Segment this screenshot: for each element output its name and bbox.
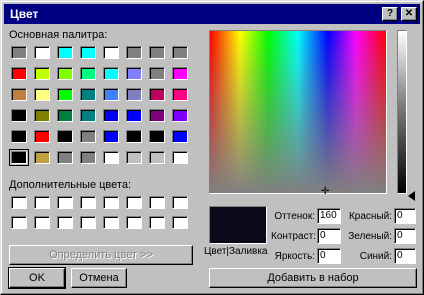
basic-color-swatch[interactable] — [9, 149, 29, 166]
basic-color-swatch[interactable] — [149, 46, 165, 59]
add-to-custom-colors-button[interactable]: Добавить в набор — [209, 268, 417, 288]
basic-color-swatch[interactable] — [57, 151, 73, 164]
custom-color-swatch[interactable] — [80, 216, 96, 229]
custom-color-swatch[interactable] — [34, 216, 50, 229]
green-label: Зеленый: — [348, 231, 392, 242]
basic-color-swatch[interactable] — [57, 109, 73, 122]
basic-color-swatch[interactable] — [103, 88, 119, 101]
color-solid-preview — [209, 206, 267, 244]
hue-label: Оттенок: — [274, 211, 315, 222]
custom-color-swatch[interactable] — [11, 216, 27, 229]
basic-color-swatch[interactable] — [34, 151, 50, 164]
custom-color-swatch[interactable] — [172, 216, 188, 229]
custom-color-swatch[interactable] — [57, 196, 73, 209]
basic-color-swatch[interactable] — [172, 109, 188, 122]
hue-input[interactable]: 160 — [317, 208, 341, 224]
basic-color-swatch[interactable] — [103, 130, 119, 143]
basic-color-swatch[interactable] — [34, 46, 50, 59]
basic-color-swatch[interactable] — [57, 130, 73, 143]
blue-input[interactable]: 0 — [394, 248, 416, 264]
add-to-custom-colors-label: Добавить в набор — [267, 272, 359, 284]
custom-color-swatch[interactable] — [126, 196, 142, 209]
luminance-input[interactable]: 0 — [317, 248, 341, 264]
basic-color-swatch[interactable] — [172, 46, 188, 59]
luminance-arrow-icon[interactable] — [408, 191, 415, 201]
basic-color-swatch[interactable] — [172, 88, 188, 101]
basic-color-swatch[interactable] — [34, 109, 50, 122]
custom-color-swatch[interactable] — [103, 196, 119, 209]
custom-color-swatch[interactable] — [103, 216, 119, 229]
basic-color-swatch[interactable] — [11, 67, 27, 80]
custom-color-swatch[interactable] — [126, 216, 142, 229]
color-spectrum[interactable] — [209, 30, 387, 194]
basic-color-swatch[interactable] — [11, 130, 27, 143]
basic-color-swatch[interactable] — [126, 151, 142, 164]
basic-color-swatch[interactable] — [80, 130, 96, 143]
basic-color-swatch[interactable] — [103, 46, 119, 59]
basic-color-swatch[interactable] — [103, 151, 119, 164]
custom-colors-label: Дополнительные цвета: — [9, 179, 131, 191]
basic-color-swatch[interactable] — [149, 130, 165, 143]
color-solid-label: Цвет|Заливка — [204, 246, 268, 257]
basic-color-swatch[interactable] — [149, 88, 165, 101]
luminance-slider[interactable] — [397, 30, 407, 194]
basic-color-swatch[interactable] — [57, 88, 73, 101]
ok-button[interactable]: OK — [8, 267, 66, 289]
ok-label: OK — [29, 272, 45, 284]
basic-color-swatch[interactable] — [57, 67, 73, 80]
basic-color-swatch[interactable] — [34, 130, 50, 143]
basic-color-swatch[interactable] — [126, 46, 142, 59]
basic-color-swatch[interactable] — [80, 151, 96, 164]
basic-color-swatch[interactable] — [103, 67, 119, 80]
basic-color-swatch[interactable] — [126, 109, 142, 122]
basic-color-swatch[interactable] — [126, 67, 142, 80]
red-label: Красный: — [348, 211, 392, 222]
basic-color-swatch[interactable] — [80, 46, 96, 59]
custom-color-swatch[interactable] — [172, 196, 188, 209]
cancel-label: Отмена — [79, 272, 119, 284]
help-button[interactable]: ? — [382, 7, 398, 21]
basic-color-swatch[interactable] — [80, 67, 96, 80]
basic-color-swatch[interactable] — [11, 46, 27, 59]
blue-label: Синий: — [359, 251, 392, 262]
basic-color-swatch[interactable] — [172, 130, 188, 143]
basic-color-swatch[interactable] — [126, 88, 142, 101]
custom-color-swatch[interactable] — [149, 216, 165, 229]
help-icon: ? — [386, 8, 394, 19]
custom-color-swatch[interactable] — [149, 196, 165, 209]
custom-color-swatch[interactable] — [11, 196, 27, 209]
basic-color-swatch[interactable] — [80, 109, 96, 122]
basic-color-swatch[interactable] — [126, 130, 142, 143]
basic-color-swatch[interactable] — [149, 151, 165, 164]
luminance-label: Яркость: — [274, 251, 315, 262]
basic-color-swatch[interactable] — [80, 88, 96, 101]
saturation-label: Контраст: — [271, 231, 316, 242]
define-custom-colors-button[interactable]: Определить цвет >> — [9, 245, 193, 265]
title-bar: Цвет ? ✕ — [4, 4, 420, 24]
define-custom-colors-label: Определить цвет >> — [49, 249, 153, 261]
basic-colors-label: Основная палитра: — [9, 29, 108, 41]
custom-color-swatch[interactable] — [57, 216, 73, 229]
custom-color-swatch[interactable] — [34, 196, 50, 209]
custom-color-swatch[interactable] — [80, 196, 96, 209]
basic-color-swatch[interactable] — [149, 67, 165, 80]
basic-color-swatch[interactable] — [34, 88, 50, 101]
saturation-input[interactable]: 0 — [317, 228, 341, 244]
basic-color-swatch[interactable] — [57, 46, 73, 59]
green-input[interactable]: 0 — [394, 228, 416, 244]
basic-color-swatch[interactable] — [172, 151, 188, 164]
basic-color-swatch[interactable] — [34, 67, 50, 80]
color-dialog: Цвет ? ✕ Основная палитра: Дополнительны… — [0, 0, 424, 295]
close-icon: ✕ — [404, 8, 414, 19]
close-button[interactable]: ✕ — [401, 7, 417, 21]
basic-color-swatch[interactable] — [11, 88, 27, 101]
basic-color-swatch[interactable] — [172, 67, 188, 80]
window-title: Цвет — [10, 7, 39, 21]
spectrum-crosshair-icon: ✛ — [321, 186, 330, 197]
cancel-button[interactable]: Отмена — [71, 268, 127, 288]
basic-color-swatch[interactable] — [149, 109, 165, 122]
basic-color-swatch[interactable] — [103, 109, 119, 122]
basic-color-swatch[interactable] — [11, 109, 27, 122]
red-input[interactable]: 0 — [394, 208, 416, 224]
